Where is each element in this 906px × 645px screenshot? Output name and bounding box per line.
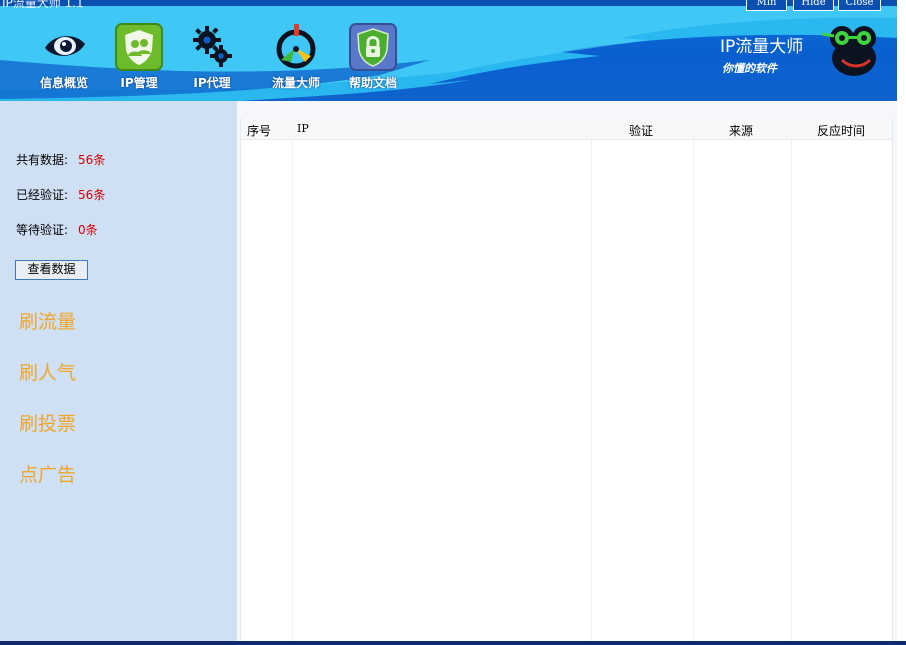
- hide-button[interactable]: Hide: [793, 0, 834, 11]
- minimize-button[interactable]: Min: [746, 0, 787, 11]
- nav-ip-proxy[interactable]: IP代理: [174, 22, 250, 94]
- stat-label: 共有数据:: [16, 153, 69, 167]
- main-panel: 序号 IP 验证 来源 反应时间: [237, 101, 897, 641]
- stat-value: 56条: [78, 188, 106, 202]
- stat-verified: 已经验证: 56条: [16, 186, 105, 203]
- nav-ip-management[interactable]: IP管理: [101, 22, 177, 94]
- lock-shield-icon: [349, 23, 397, 71]
- column-divider: [292, 140, 293, 641]
- column-divider: [591, 140, 592, 641]
- brand-logo: IP流量大师 你懂的软件: [720, 22, 880, 82]
- frog-mascot-icon: [821, 26, 876, 76]
- stat-pending: 等待验证: 0条: [16, 221, 98, 238]
- close-button[interactable]: Close: [838, 0, 881, 11]
- side-link-traffic[interactable]: 刷流量: [19, 307, 76, 334]
- ip-data-grid[interactable]: 序号 IP 验证 来源 反应时间: [240, 118, 893, 641]
- logo-title: IP流量大师: [720, 37, 804, 57]
- stat-total: 共有数据: 56条: [16, 151, 105, 168]
- stat-value: 56条: [78, 153, 106, 167]
- window-right-edge: [897, 0, 906, 645]
- grid-header: 序号 IP 验证 来源 反应时间: [241, 118, 892, 140]
- left-sidebar: 共有数据: 56条 已经验证: 56条 等待验证: 0条 查看数据 刷流量 刷人气 刷…: [0, 101, 237, 641]
- window-bottom-border: [0, 641, 906, 645]
- nav-label: IP代理: [193, 76, 231, 90]
- users-shield-icon: [115, 23, 163, 71]
- nav-traffic-master[interactable]: 流量大师: [258, 22, 334, 94]
- nav-info-overview[interactable]: 信息概览: [26, 22, 102, 94]
- column-header-index[interactable]: 序号: [247, 122, 271, 139]
- side-link-popularity[interactable]: 刷人气: [19, 358, 76, 385]
- nav-label: IP管理: [120, 76, 158, 90]
- header-banner: IP流量大师 1.1 Min Hide Close 信息概览 IP管理 IP代理…: [0, 0, 897, 101]
- nav-help-docs[interactable]: 帮助文档: [335, 22, 411, 94]
- stat-label: 等待验证:: [16, 223, 69, 237]
- nav-label: 帮助文档: [348, 76, 397, 90]
- side-link-voting[interactable]: 刷投票: [19, 409, 76, 436]
- column-header-source[interactable]: 来源: [729, 122, 753, 139]
- app-title: IP流量大师 1.1: [2, 0, 84, 10]
- column-divider: [791, 140, 792, 641]
- column-header-ip[interactable]: IP: [297, 122, 309, 135]
- nav-label: 流量大师: [271, 76, 320, 90]
- stat-value: 0条: [78, 223, 98, 237]
- traffic-master-icon: [276, 24, 316, 69]
- stat-label: 已经验证:: [16, 188, 69, 202]
- nav-label: 信息概览: [39, 76, 88, 90]
- column-divider: [693, 140, 694, 641]
- view-data-button[interactable]: 查看数据: [15, 260, 88, 280]
- column-header-verify[interactable]: 验证: [629, 122, 653, 139]
- logo-slogan: 你懂的软件: [722, 62, 777, 75]
- column-header-response-time[interactable]: 反应时间: [817, 122, 865, 139]
- side-link-ad-click[interactable]: 点广告: [19, 460, 76, 487]
- eye-icon: [45, 36, 85, 56]
- gears-icon: [193, 26, 232, 67]
